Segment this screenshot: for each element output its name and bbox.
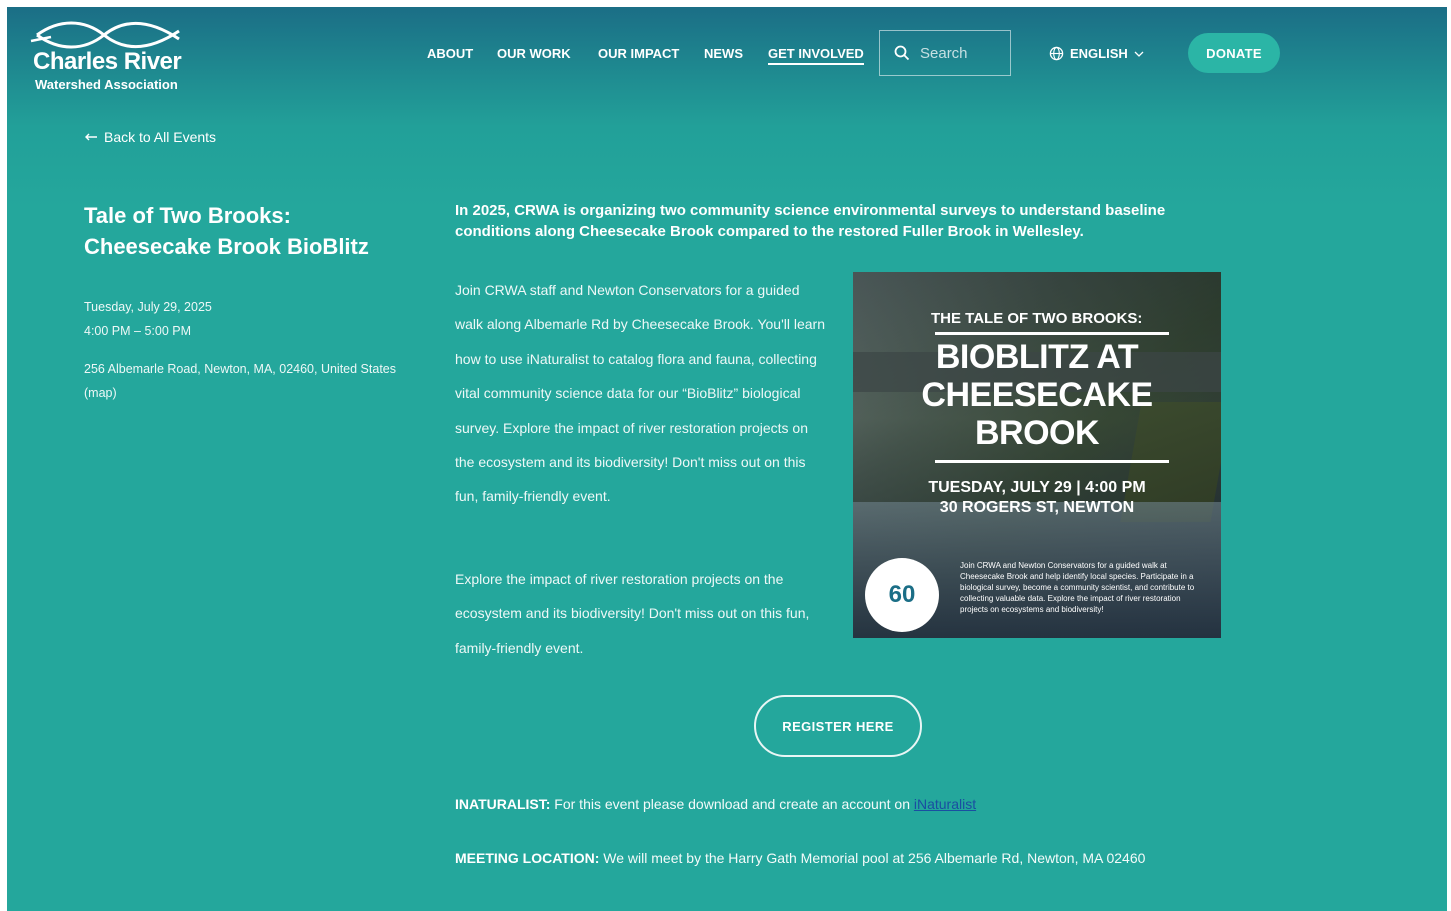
event-title: Tale of Two Brooks: Cheesecake Brook Bio… [84,200,414,262]
map-link[interactable]: (map) [84,386,117,400]
badge-number: 60 [888,581,916,608]
poster-line1: BIOBLITZ AT [935,338,1139,376]
search-input[interactable] [920,44,1000,62]
arrow-left-icon [85,133,97,141]
globe-icon [1049,46,1064,61]
meeting-label: MEETING LOCATION: [455,850,600,866]
page: Charles River Watershed Association ABOU… [7,7,1447,911]
meeting-location: MEETING LOCATION: We will meet by the Ha… [455,841,1215,875]
event-poster: THE TALE OF TWO BROOKS: BIOBLITZ AT CHEE… [853,272,1221,638]
logo-subtitle: Watershed Association [35,77,178,92]
poster-rule-bottom [935,460,1169,463]
back-to-events-link[interactable]: Back to All Events [84,129,216,145]
register-button[interactable]: REGISTER HERE [754,695,922,757]
nav-item-our-work[interactable]: OUR WORK [497,46,571,61]
site-logo[interactable]: Charles River Watershed Association [29,21,194,92]
inaturalist-link[interactable]: iNaturalist [914,796,976,812]
nav-item-about[interactable]: ABOUT [427,46,473,61]
poster-line3: BROOK [974,414,1100,452]
inaturalist-text: For this event please download and creat… [554,796,910,812]
nav-item-get-involved[interactable]: GET INVOLVED [768,46,864,65]
poster-date: TUESDAY, JULY 29 | 4:00 PM [928,479,1146,496]
logo-name: Charles River [33,48,182,75]
event-date: Tuesday, July 29, 2025 [84,300,212,314]
event-lead: In 2025, CRWA is organizing two communit… [455,202,1166,240]
event-description-secondary: Explore the impact of river restoration … [455,571,810,656]
anniversary-badge: 60 [865,558,939,632]
back-link-label: Back to All Events [104,129,217,145]
poster-description: Join CRWA and Newton Conservators for a … [960,561,1195,614]
event-datetime: Tuesday, July 29, 2025 4:00 PM – 5:00 PM [84,295,212,343]
language-selector[interactable]: ENGLISH [1049,46,1144,61]
nav-item-news[interactable]: NEWS [704,46,743,61]
event-description: Join CRWA staff and Newton Conservators … [455,282,826,505]
meeting-text: We will meet by the Harry Gath Memorial … [603,850,1146,866]
language-label: ENGLISH [1070,46,1128,61]
donate-button[interactable]: DONATE [1188,33,1280,73]
poster-rule-top [935,332,1169,335]
poster-line2: CHEESECAKE [921,376,1153,414]
inaturalist-label: INATURALIST: [455,796,551,812]
event-title-line1: Tale of Two Brooks: [84,203,291,228]
river-wave-icon [30,21,180,49]
event-address-text: 256 Albemarle Road, Newton, MA, 02460, U… [84,362,396,376]
event-title-line2: Cheesecake Brook BioBlitz [84,234,369,259]
poster-location: 30 ROGERS ST, NEWTON [939,499,1135,516]
search-icon [894,45,910,61]
chevron-down-icon [1134,51,1144,57]
search-box[interactable] [879,30,1011,76]
poster-kicker: THE TALE OF TWO BROOKS: [931,310,1143,327]
event-time: 4:00 PM – 5:00 PM [84,324,192,338]
nav-item-our-impact[interactable]: OUR IMPACT [598,46,679,61]
event-address: 256 Albemarle Road, Newton, MA, 02460, U… [84,357,409,405]
inaturalist-note: INATURALIST: For this event please downl… [455,796,976,812]
